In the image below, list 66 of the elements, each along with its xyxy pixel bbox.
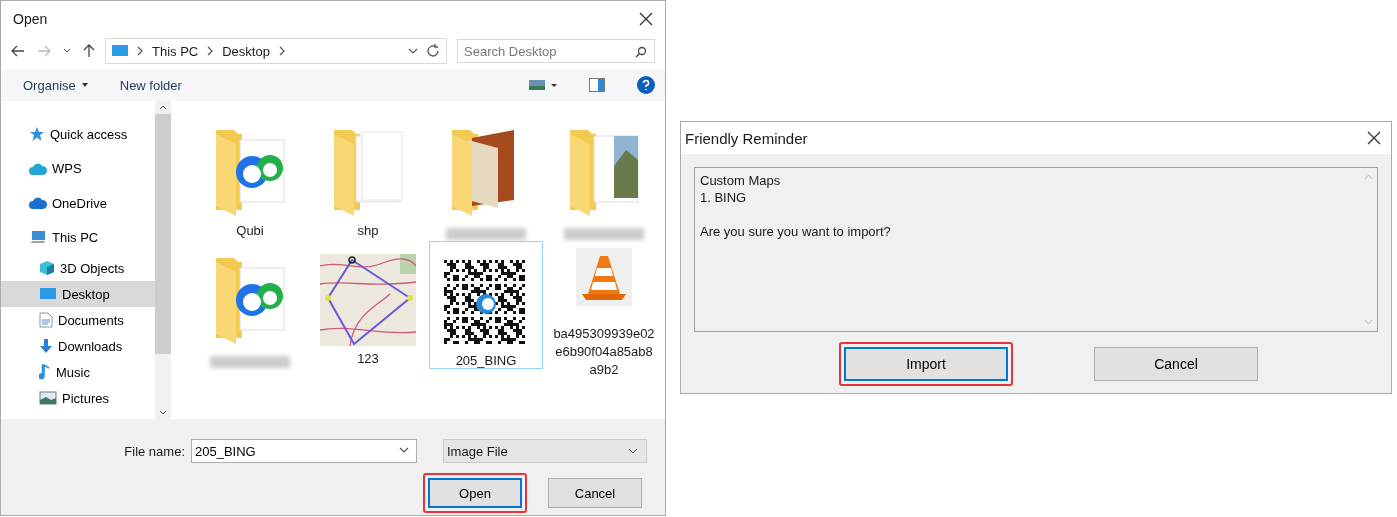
sidebar-item[interactable]: Documents (1, 307, 155, 333)
refresh-icon[interactable] (426, 44, 440, 58)
music-note-icon (39, 364, 51, 380)
file-name: ba495309939e02e6b90f04a85ab8a9b2 (552, 325, 656, 379)
file-item[interactable]: shp (311, 113, 425, 241)
file-name: Qubi (235, 222, 265, 240)
monitor-icon (112, 45, 128, 57)
sidebar-item[interactable]: Desktop (1, 281, 155, 307)
scroll-up-icon[interactable] (159, 105, 167, 110)
traffic-cone-icon (576, 248, 632, 306)
search-field[interactable]: Search Desktop (457, 39, 655, 63)
scrollbar[interactable] (155, 101, 171, 419)
dialog-button[interactable]: Cancel (1094, 347, 1258, 381)
sidebar-item[interactable]: OneDrive (1, 186, 155, 221)
file-item[interactable]: 123 (311, 241, 425, 369)
message-line: Custom Maps (700, 172, 782, 189)
breadcrumb[interactable]: Desktop (222, 43, 270, 59)
landscape-icon (39, 391, 57, 405)
sidebar-item[interactable]: Pictures (1, 385, 155, 411)
cloud-icon (29, 162, 47, 175)
organise-menu[interactable]: Organise (23, 77, 88, 93)
file-name-field[interactable]: 205_BING (191, 439, 417, 463)
dialog-button[interactable]: Open (428, 478, 522, 508)
download-arrow-icon (39, 338, 53, 354)
chevron-icon (277, 46, 286, 56)
message-question: Are you sure you want to import? (700, 223, 892, 240)
document-icon (39, 312, 53, 328)
close-icon[interactable] (639, 12, 653, 26)
star-icon (29, 126, 45, 143)
sidebar-item[interactable]: Music (1, 359, 155, 385)
cloud-icon (29, 197, 47, 210)
cube-icon (39, 260, 55, 276)
up-arrow-icon[interactable] (83, 44, 95, 58)
field-label: File name: (124, 443, 185, 459)
sidebar-item[interactable]: 3D Objects (1, 255, 155, 281)
caret-icon (81, 83, 88, 87)
window-title: Friendly Reminder (685, 129, 808, 147)
search-icon (635, 46, 647, 58)
recent-locations-caret-icon[interactable] (63, 48, 71, 54)
file-name: 205_BING (454, 352, 518, 370)
dialog-button[interactable]: Cancel (548, 478, 642, 508)
monitor-icon (39, 287, 57, 301)
file-name: shp (356, 222, 380, 240)
computer-icon (29, 229, 47, 246)
file-type-dropdown[interactable]: Image File (443, 439, 647, 463)
sidebar-item[interactable]: Downloads (1, 333, 155, 359)
sidebar-item[interactable]: WPS (1, 151, 155, 186)
file-name: 123 (356, 350, 380, 368)
message-line: 1. BING (700, 189, 748, 206)
address-bar[interactable]: This PC Desktop (105, 38, 447, 64)
help-icon[interactable] (637, 76, 655, 94)
breadcrumb[interactable]: This PC (152, 43, 199, 59)
back-arrow-icon[interactable] (11, 45, 25, 57)
file-item[interactable]: 205_BING (429, 241, 543, 369)
view-options-icon[interactable] (529, 80, 557, 90)
preview-pane-icon[interactable] (589, 78, 605, 92)
sidebar-item[interactable]: Quick access (1, 117, 155, 152)
dialog-button[interactable]: Import (844, 347, 1008, 381)
file-item[interactable]: Qubi (193, 113, 307, 241)
new-folder-button[interactable]: New folder (119, 77, 182, 93)
scroll-down-icon[interactable] (159, 410, 167, 415)
window-title: Open (13, 11, 48, 27)
chevron-icon (206, 46, 215, 56)
chevron-icon (136, 46, 144, 56)
close-icon[interactable] (1367, 131, 1381, 145)
sidebar-item[interactable]: This PC (1, 220, 155, 255)
